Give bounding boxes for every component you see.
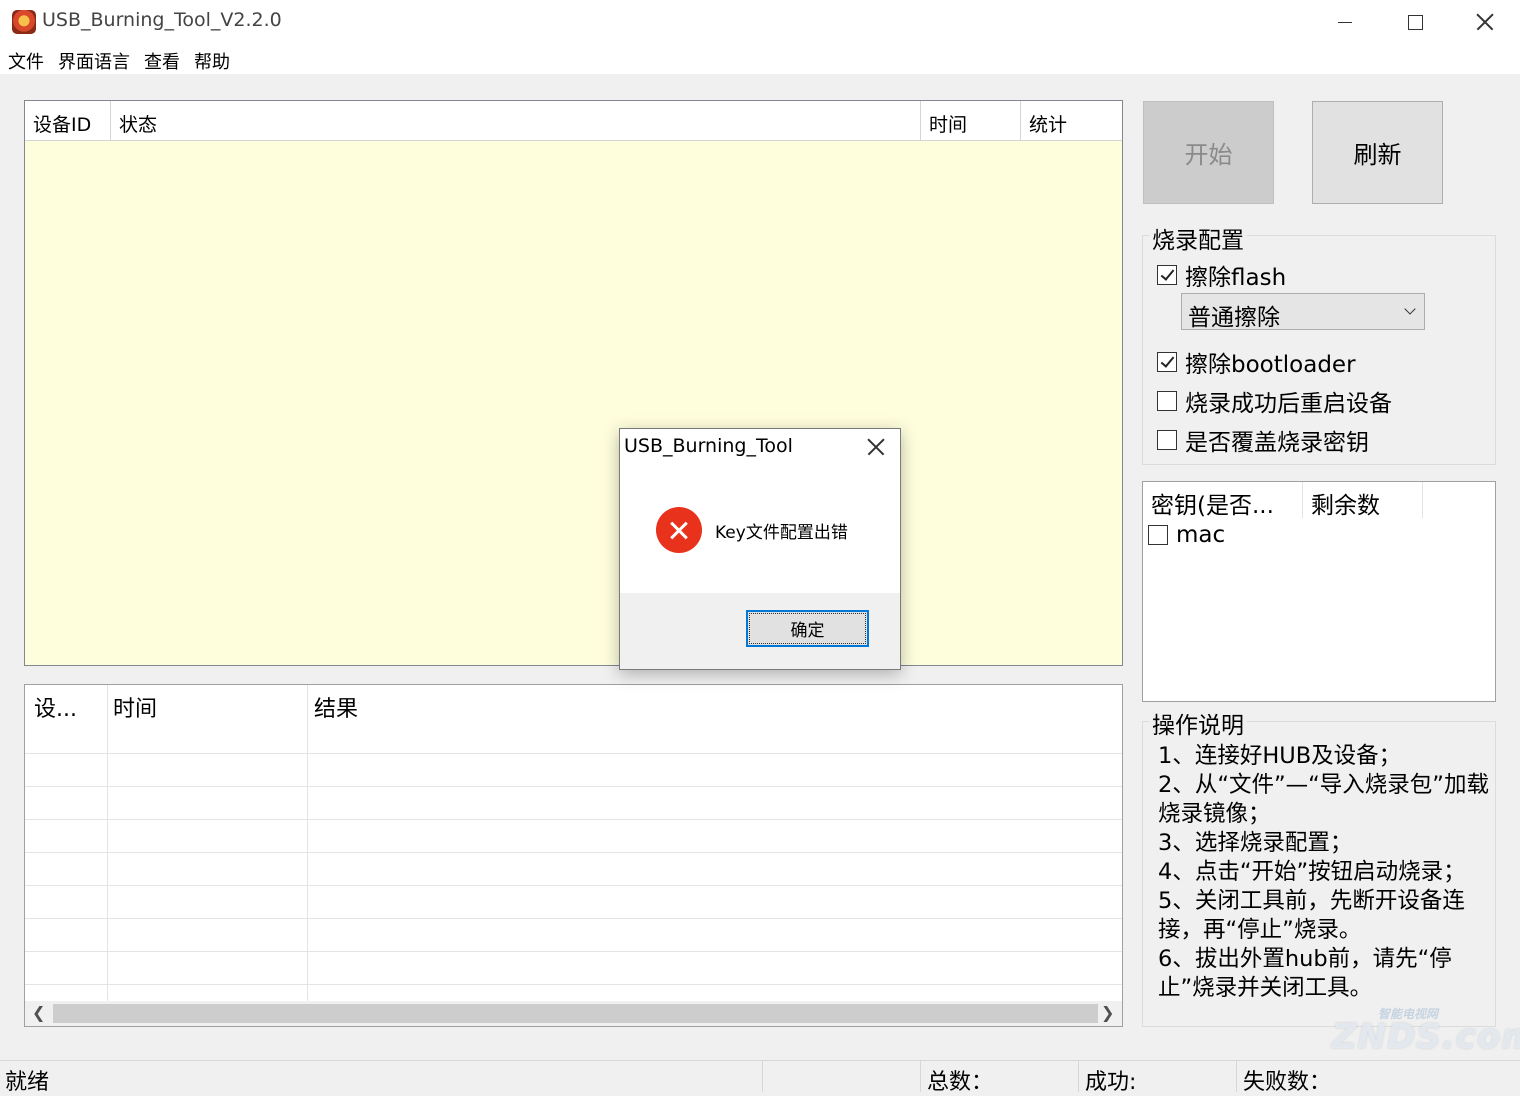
dialog-footer: 确定 — [620, 593, 900, 669]
column-status[interactable]: 状态 — [111, 101, 921, 141]
instructions-text: 1、连接好HUB及设备； 2、从“文件”—“导入烧录包”加载烧录镜像； 3、选择… — [1158, 742, 1498, 1003]
row-divider — [25, 918, 1122, 919]
burn-config-title: 烧录配置 — [1149, 221, 1247, 255]
instruction-line: 3、选择烧录配置； — [1158, 830, 1353, 856]
erase-flash-label: 擦除flash — [1185, 265, 1287, 291]
reboot-after-label: 烧录成功后重启设备 — [1185, 391, 1392, 417]
dialog-message: Key文件配置出错 — [715, 523, 848, 543]
window-title: USB_Burning_Tool_V2.2.0 — [42, 9, 282, 31]
column-divider — [307, 685, 308, 1001]
checkbox-unchecked[interactable] — [1157, 430, 1177, 450]
instruction-line: 2、从“文件”—“导入烧录包”加载烧录镜像； — [1158, 772, 1489, 827]
overwrite-key-checkbox[interactable]: 是否覆盖烧录密钥 — [1157, 423, 1369, 457]
start-button[interactable]: 开始 — [1143, 101, 1274, 204]
scroll-right-icon[interactable]: ❯ — [1101, 1003, 1114, 1022]
log-column-device[interactable]: 设... — [34, 691, 77, 723]
close-icon — [1476, 13, 1494, 31]
status-ready: 就绪 — [5, 1070, 50, 1095]
log-table[interactable]: 设... 时间 结果 ❮ ❯ — [24, 684, 1123, 1027]
erase-mode-select[interactable]: 普通擦除 — [1181, 293, 1425, 331]
device-table[interactable]: 设备ID 状态 时间 统计 — [24, 100, 1123, 666]
chevron-down-icon — [1404, 303, 1416, 315]
menu-help[interactable]: 帮助 — [194, 48, 230, 74]
erase-bootloader-checkbox[interactable]: 擦除bootloader — [1157, 345, 1356, 379]
status-bar: 就绪 总数： 成功: 失败数： — [0, 1060, 1520, 1095]
scrollbar-thumb[interactable] — [53, 1004, 1098, 1023]
row-divider — [25, 786, 1122, 787]
row-divider — [25, 885, 1122, 886]
horizontal-scrollbar[interactable]: ❮ ❯ — [25, 1001, 1122, 1026]
menu-file[interactable]: 文件 — [8, 48, 44, 74]
status-total: 总数： — [920, 1061, 1078, 1095]
column-stats[interactable]: 统计 — [1021, 101, 1122, 141]
erase-flash-checkbox[interactable]: 擦除flash — [1157, 258, 1286, 292]
menu-view[interactable]: 查看 — [144, 48, 180, 74]
error-icon — [656, 507, 702, 553]
status-success: 成功: — [1078, 1061, 1236, 1095]
instruction-line: 4、点击“开始”按钮启动烧录； — [1158, 859, 1466, 885]
log-table-header: 设... 时间 结果 — [25, 685, 1122, 725]
erase-bootloader-label: 擦除bootloader — [1185, 352, 1356, 378]
menu-bar: 文件 界面语言 查看 帮助 — [0, 44, 1520, 74]
dialog-close-icon[interactable] — [867, 438, 885, 456]
overwrite-key-label: 是否覆盖烧录密钥 — [1185, 430, 1369, 456]
scroll-left-icon[interactable]: ❮ — [32, 1003, 45, 1022]
row-divider — [25, 984, 1122, 985]
row-divider — [25, 819, 1122, 820]
device-table-header: 设备ID 状态 时间 统计 — [25, 101, 1122, 141]
maximize-button[interactable] — [1380, 0, 1450, 44]
checkbox-checked[interactable] — [1157, 352, 1177, 372]
checkbox-unchecked[interactable] — [1157, 391, 1177, 411]
error-dialog: USB_Burning_Tool Key文件配置出错 确定 — [619, 428, 901, 670]
title-bar: USB_Burning_Tool_V2.2.0 — [0, 0, 1520, 44]
key-item-mac[interactable]: mac — [1148, 522, 1225, 548]
ok-button[interactable]: 确定 — [746, 610, 869, 647]
column-divider — [107, 685, 108, 1001]
reboot-after-checkbox[interactable]: 烧录成功后重启设备 — [1157, 384, 1392, 418]
instruction-line: 1、连接好HUB及设备； — [1158, 743, 1402, 769]
instruction-line: 6、拔出外置hub前，请先“停止”烧录并关闭工具。 — [1158, 946, 1452, 1001]
column-device-id[interactable]: 设备ID — [25, 101, 111, 141]
key-column-key[interactable]: 密钥(是否... — [1143, 482, 1303, 519]
menu-language[interactable]: 界面语言 — [58, 48, 130, 74]
refresh-button[interactable]: 刷新 — [1312, 101, 1443, 204]
minimize-button[interactable] — [1310, 0, 1380, 44]
close-button[interactable] — [1450, 0, 1520, 44]
row-divider — [25, 753, 1122, 754]
erase-mode-value: 普通擦除 — [1188, 305, 1280, 331]
checkbox-unchecked[interactable] — [1148, 525, 1168, 545]
log-column-result[interactable]: 结果 — [314, 691, 358, 723]
dialog-title: USB_Burning_Tool — [624, 435, 793, 457]
row-divider — [25, 951, 1122, 952]
key-list[interactable]: 密钥(是否... 剩余数 mac — [1142, 481, 1496, 702]
checkbox-checked[interactable] — [1157, 265, 1177, 285]
x-mark-icon — [670, 521, 688, 539]
status-fail: 失败数： — [1236, 1061, 1520, 1095]
key-column-remaining[interactable]: 剩余数 — [1303, 482, 1423, 519]
status-cell — [762, 1061, 920, 1092]
column-time[interactable]: 时间 — [921, 101, 1021, 141]
instructions-title: 操作说明 — [1149, 706, 1247, 740]
key-item-label: mac — [1176, 522, 1226, 548]
row-divider — [25, 852, 1122, 853]
instruction-line: 5、关闭工具前，先断开设备连接，再“停止”烧录。 — [1158, 888, 1465, 943]
log-column-time[interactable]: 时间 — [113, 691, 157, 723]
app-icon — [12, 10, 36, 34]
